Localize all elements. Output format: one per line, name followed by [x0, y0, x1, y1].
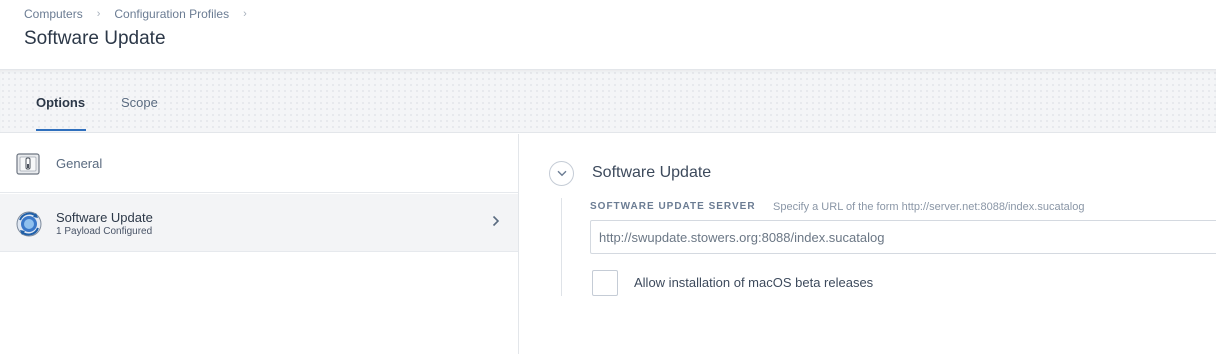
page-title: Software Update — [24, 28, 166, 49]
chevron-down-icon — [557, 170, 566, 177]
breadcrumb-separator: › — [243, 8, 247, 20]
breadcrumb-computers[interactable]: Computers — [24, 7, 83, 21]
server-field-label: SOFTWARE UPDATE SERVER — [590, 201, 756, 212]
beta-releases-label: Allow installation of macOS beta release… — [634, 275, 874, 290]
breadcrumb-configuration-profiles[interactable]: Configuration Profiles — [114, 7, 229, 21]
section-title: Software Update — [592, 164, 712, 181]
tab-bar: Options Scope — [0, 70, 1216, 133]
software-update-icon — [16, 211, 42, 237]
payload-item-software-update[interactable]: Software Update 1 Payload Configured — [0, 194, 518, 252]
general-settings-icon — [16, 152, 40, 176]
active-tab-indicator — [36, 129, 86, 131]
breadcrumb-separator: › — [96, 8, 101, 20]
breadcrumb: Computers › Configuration Profiles › — [24, 7, 261, 21]
software-update-server-input[interactable] — [590, 220, 1216, 254]
chevron-right-icon — [492, 214, 500, 230]
page-header: Computers › Configuration Profiles › Sof… — [0, 0, 1216, 70]
payload-label: Software Update — [56, 210, 153, 225]
payload-list: General Software Update 1 Payload Config… — [0, 134, 519, 354]
section-divider — [561, 198, 562, 296]
server-field-hint: Specify a URL of the form http://server.… — [773, 201, 1085, 213]
payload-label: General — [56, 156, 103, 171]
tab-scope[interactable]: Scope — [121, 95, 158, 110]
collapse-section-button[interactable] — [549, 161, 574, 186]
payload-item-general[interactable]: General — [0, 134, 518, 193]
payload-settings: Software Update SOFTWARE UPDATE SERVER S… — [520, 134, 1216, 354]
beta-releases-checkbox[interactable] — [592, 270, 618, 296]
tab-options[interactable]: Options — [36, 95, 85, 110]
payload-status: 1 Payload Configured — [56, 226, 153, 237]
